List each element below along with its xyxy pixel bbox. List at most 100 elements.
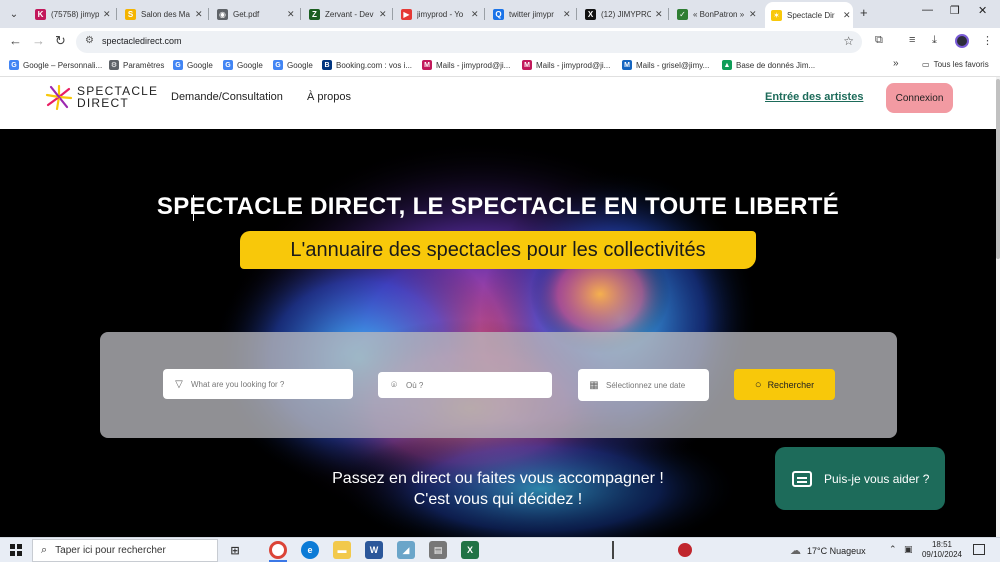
bookmark-label: Google – Personnali... [23,60,103,70]
weather-text: 17°C Nuageux [807,545,866,556]
bookmark-label: Google [187,60,213,70]
taskbar-clock[interactable]: 18:51 09/10/2024 [920,540,964,560]
minimize-icon[interactable]: — [922,4,933,16]
bookmark-favicon-icon: B [322,60,332,70]
taskbar-search-box[interactable]: ⌕ Taper ici pour rechercher [32,539,218,562]
search-button-label: Rechercher [767,379,815,390]
media-control-icon[interactable]: ≡ [909,34,915,46]
close-tab-icon[interactable]: ✕ [195,9,205,20]
bookmarks-overflow-button[interactable]: » [893,58,899,69]
tab-search-chevron-icon[interactable]: ⌄ [4,4,24,24]
tab-title: Salon des Ma [141,9,190,19]
x-icon: X [585,8,596,20]
close-tab-icon[interactable]: ✕ [843,10,853,21]
browser-tab[interactable]: S Salon des Ma ✕ [119,3,205,25]
spectacle-logo-icon[interactable] [45,84,73,110]
close-tab-icon[interactable]: ✕ [287,9,297,20]
artists-entrance-link[interactable]: Entrée des artistes [765,91,863,103]
bookmark-item[interactable]: M Mails - jimyprod@ji... [522,60,610,70]
browser-tab[interactable]: ✓ « BonPatron » ✕ [671,3,759,25]
tab-title: twitter jimypr [509,9,554,19]
close-tab-icon[interactable]: ✕ [471,9,481,20]
bonpatron-icon: ✓ [677,8,688,20]
nav-a-propos[interactable]: À propos [307,91,351,103]
what-search-input[interactable]: ▽ What are you looking for ? [163,369,353,399]
chat-help-button[interactable]: Puis-je vous aider ? [775,447,945,510]
close-window-icon[interactable]: ✕ [978,4,987,17]
extensions-icon[interactable]: ⧉ [875,34,883,47]
chrome-taskbar-icon[interactable] [269,541,287,559]
bookmark-item[interactable]: B Booking.com : vos i... [322,60,412,70]
search-button[interactable]: ○ Rechercher [734,369,835,400]
weather-widget[interactable]: ☁ 17°C Nuageux [790,544,866,557]
browser-tab[interactable]: X (12) JIMYPRC ✕ [579,3,665,25]
bookmark-item[interactable]: G Google [173,60,213,70]
menu-icon[interactable]: ⋮ [982,34,993,47]
close-tab-icon[interactable]: ✕ [563,9,573,20]
restore-icon[interactable]: ❐ [950,4,960,17]
forward-icon[interactable]: → [32,33,45,48]
bookmark-label: Mails - jimyprod@ji... [536,60,611,70]
reload-icon[interactable]: ↻ [55,33,66,49]
what-placeholder: What are you looking for ? [191,379,285,389]
bookmark-item[interactable]: G Google [223,60,263,70]
browser-tab[interactable]: Qtwitter jimypr ✕ [487,3,573,25]
where-search-input[interactable]: ⌾ Où ? [378,372,552,398]
login-button[interactable]: Connexion [886,83,953,113]
chat-help-label: Puis-je vous aider ? [824,471,930,486]
bookmark-item[interactable]: G Google – Personnali... [9,60,102,70]
windows-taskbar: ⌕ Taper ici pour rechercher ⊞ e ▬ W ◢ ▤ … [0,537,1000,562]
calculator-taskbar-icon[interactable]: ▤ [429,541,447,559]
close-tab-icon[interactable]: ✕ [379,9,389,20]
bookmark-item[interactable]: G Google [273,60,313,70]
edge-taskbar-icon[interactable]: e [301,541,319,559]
hero-title: SPECTACLE DIRECT, LE SPECTACLE EN TOUTE … [156,193,840,220]
scrollbar-thumb[interactable] [996,79,1000,259]
excel-taskbar-icon[interactable]: X [461,541,479,559]
bookmark-item[interactable]: ▲ Base de donnés Jim... [722,60,815,70]
browser-tab[interactable]: ✶ Spectacle Dir ✕ [765,2,853,28]
record-app-icon[interactable] [678,543,692,557]
bookmark-item[interactable]: ⚙ Paramètres [109,60,164,70]
bookmark-label: Booking.com : vos i... [336,60,413,70]
site-settings-icon[interactable]: ⚙ [85,35,94,46]
bookmark-item[interactable]: M Mails - jimyprod@ji... [422,60,510,70]
close-tab-icon[interactable]: ✕ [749,9,759,20]
tab-separator [116,8,117,20]
bookmark-favicon-icon: M [622,60,632,70]
download-icon[interactable]: ⤓ [932,34,937,47]
k-icon: K [35,8,46,20]
back-icon[interactable]: ← [9,33,22,48]
app-taskbar-icon[interactable]: ◢ [397,541,415,559]
page-scrollbar[interactable] [996,77,1000,537]
logo-wordmark[interactable]: SPECTACLE DIRECT [77,85,158,109]
task-view-icon[interactable]: ⊞ [226,541,244,559]
close-tab-icon[interactable]: ✕ [655,9,665,20]
all-bookmarks-folder[interactable]: ▭ Tous les favoris [922,60,989,69]
address-bar[interactable]: ⚙ spectacledirect.com ☆ [76,31,862,53]
tab-title: Spectacle Dir [787,10,835,20]
site-header: SPECTACLE DIRECT Demande/Consultation À … [0,77,996,129]
new-tab-button[interactable]: + [860,5,868,20]
tab-separator [392,8,393,20]
bookmarks-bar: G Google – Personnali... ⚙ Paramètres G Googl… [0,55,1000,77]
browser-tab[interactable]: ▶ jimyprod - Yo ✕ [395,3,481,25]
notification-icon[interactable] [973,544,985,555]
network-icon[interactable]: ▣ [904,544,913,555]
tab-title: Zervant - Dev [325,9,374,19]
taskbar-search-icon: ⌕ [41,544,48,556]
browser-tab[interactable]: ◉ Get.pdf ✕ [211,3,297,25]
tray-chevron-icon[interactable]: ⌃ [889,544,897,555]
profile-avatar[interactable] [955,34,969,48]
note-icon: S [125,8,136,20]
nav-demande-consultation[interactable]: Demande/Consultation [171,91,283,103]
date-picker-input[interactable]: ▦ Sélectionnez une date [578,369,709,401]
bookmark-item[interactable]: M Mails - grisel@jimy... [622,60,709,70]
word-taskbar-icon[interactable]: W [365,541,383,559]
file-explorer-icon[interactable]: ▬ [333,541,351,559]
close-tab-icon[interactable]: ✕ [103,9,113,20]
bookmark-star-icon[interactable]: ☆ [843,34,854,48]
browser-tab[interactable]: K (75758) jimyp ✕ [29,3,113,25]
browser-tab[interactable]: Z Zervant - Dev ✕ [303,3,389,25]
windows-start-icon[interactable] [10,544,22,556]
